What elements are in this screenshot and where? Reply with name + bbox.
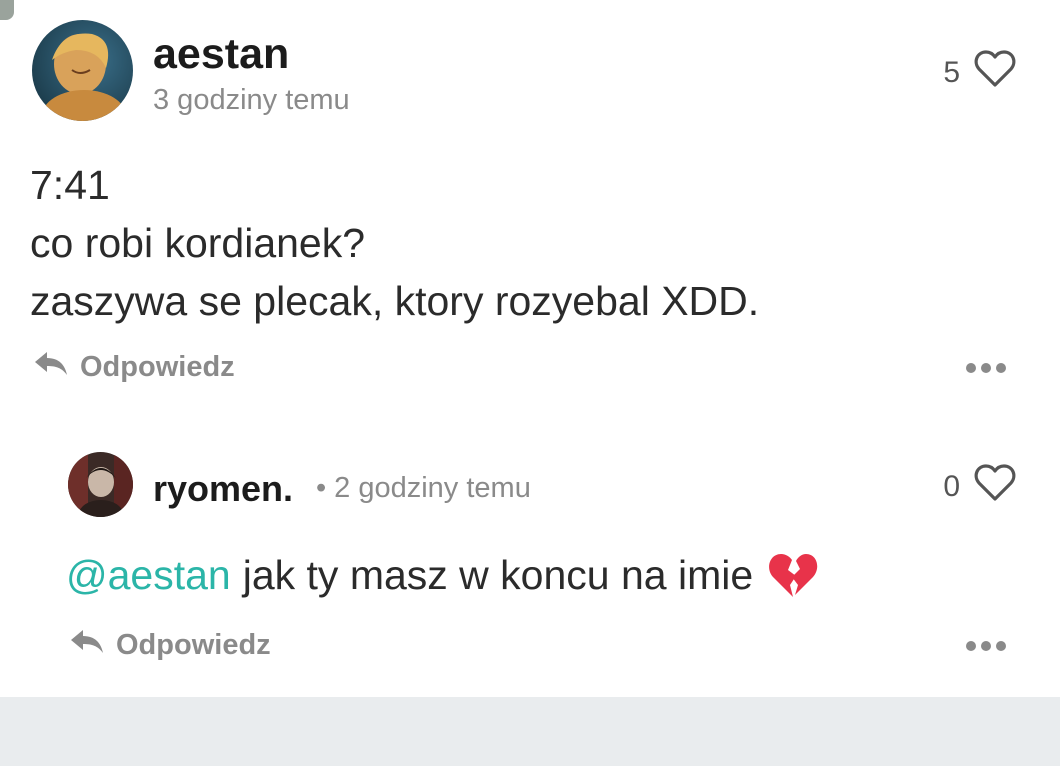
comment-body: 7:41 co robi kordianek? zaszywa se pleca… [30,156,759,330]
reply-meta: • 2 godziny temu [316,472,531,504]
separator-dot: • [316,472,327,504]
more-options-icon[interactable] [966,641,1006,651]
reply-body: @aestan jak ty masz w koncu na imie [66,546,819,604]
like-control[interactable]: 0 [943,464,1016,510]
like-count: 0 [943,470,960,503]
mention-link[interactable]: @aestan [66,546,231,604]
heart-icon[interactable] [974,50,1016,96]
like-count: 5 [943,56,960,89]
reply-arrow-icon [34,350,68,384]
comment-line: 7:41 [30,162,110,208]
footer-bar [0,697,1060,766]
comment-line: co robi kordianek? [30,220,366,266]
more-options-icon[interactable] [966,363,1006,373]
reply-label: Odpowiedz [116,628,271,661]
timestamp: 2 godziny temu [334,472,531,504]
comment-line: zaszywa se plecak, ktory rozyebal XDD. [30,278,760,324]
reply-button[interactable]: Odpowiedz [34,350,235,384]
timestamp: 3 godziny temu [153,84,350,116]
username[interactable]: aestan [153,30,289,78]
corner-tab [0,0,14,20]
avatar[interactable] [68,452,133,517]
reply-button[interactable]: Odpowiedz [70,628,271,662]
reply-label: Odpowiedz [80,350,235,383]
avatar[interactable] [32,20,133,121]
reply-arrow-icon [70,628,104,662]
username[interactable]: ryomen. [153,468,293,510]
broken-heart-icon [767,551,819,599]
heart-icon[interactable] [974,464,1016,510]
reply-text: jak ty masz w koncu na imie [242,552,754,598]
like-control[interactable]: 5 [943,50,1016,96]
